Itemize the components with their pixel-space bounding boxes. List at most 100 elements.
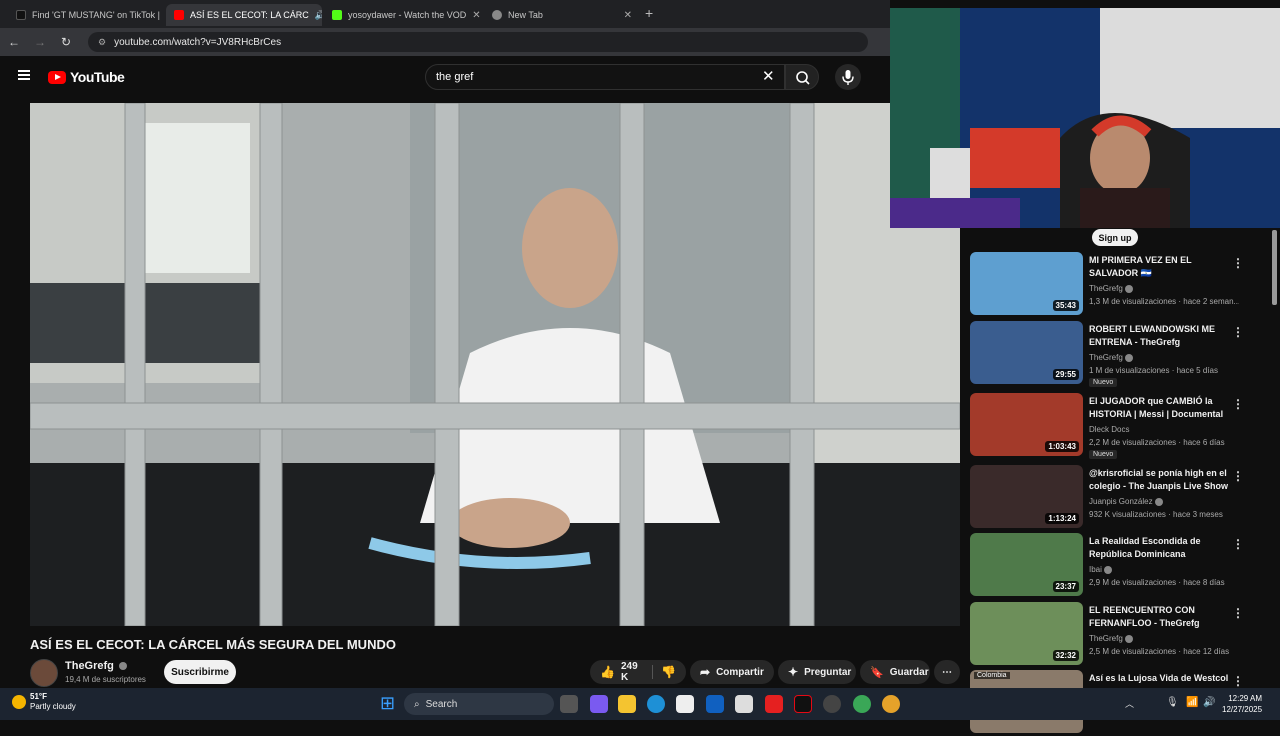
- more-actions-button[interactable]: ⋯: [934, 660, 960, 684]
- tab-label: New Tab: [508, 10, 543, 20]
- dislike-icon[interactable]: 👎: [652, 665, 676, 679]
- recommendation-channel[interactable]: TheGrefg: [1089, 353, 1133, 362]
- recommendation-channel[interactable]: TheGrefg: [1089, 634, 1133, 643]
- video-thumbnail[interactable]: 32:32: [970, 602, 1083, 665]
- clear-search-icon[interactable]: ✕: [762, 67, 775, 85]
- photos-icon[interactable]: [735, 695, 753, 713]
- more-options-icon[interactable]: ⋮: [1232, 256, 1244, 270]
- tab-label: Find 'GT MUSTANG' on TikTok |: [32, 10, 160, 20]
- verified-icon: [1125, 635, 1133, 643]
- new-tab-button[interactable]: +: [645, 5, 653, 21]
- more-options-icon[interactable]: ⋮: [1232, 674, 1244, 688]
- weather-widget[interactable]: 51°F Partly cloudy: [12, 692, 76, 712]
- youtube-app-icon[interactable]: [765, 695, 783, 713]
- ask-button[interactable]: ✦ Preguntar: [778, 660, 856, 684]
- video-thumbnail[interactable]: 35:43: [970, 252, 1083, 315]
- recommendation-meta: 2,9 M de visualizaciones · hace 8 días: [1089, 578, 1239, 587]
- kick-icon: [332, 10, 342, 20]
- channel-avatar[interactable]: [30, 659, 58, 687]
- recommendation-item[interactable]: 1:13:24@krisroficial se ponía high en el…: [970, 465, 1270, 531]
- chevron-up-icon[interactable]: ︿: [1125, 697, 1134, 710]
- recommendation-title[interactable]: ROBERT LEWANDOWSKI ME ENTRENA - TheGrefg: [1089, 323, 1229, 349]
- weather-icon: [12, 695, 26, 709]
- video-thumbnail[interactable]: 29:55: [970, 321, 1083, 384]
- recommendation-item[interactable]: 1:03:43El JUGADOR que CAMBIÓ la HISTORIA…: [970, 393, 1270, 459]
- taskbar-search[interactable]: ⌕ Search: [404, 693, 554, 715]
- url-field[interactable]: ⚙ youtube.com/watch?v=JV8RHcBrCes: [88, 32, 868, 52]
- like-count[interactable]: 249 K: [621, 661, 638, 683]
- recommendation-meta: 2,5 M de visualizaciones · hace 12 días: [1089, 647, 1239, 656]
- more-options-icon[interactable]: ⋮: [1232, 537, 1244, 551]
- edge-icon[interactable]: [647, 695, 665, 713]
- save-button[interactable]: 🔖 Guardar: [860, 660, 930, 684]
- recommendation-title[interactable]: La Realidad Escondida de República Domin…: [1089, 535, 1229, 561]
- chrome-icon[interactable]: [853, 695, 871, 713]
- microphone-icon[interactable]: 🎙: [1166, 697, 1179, 708]
- subscribe-button[interactable]: Suscribirme: [164, 660, 236, 684]
- tab-label: ASÍ ES EL CECOT: LA CÁRC: [190, 10, 309, 20]
- close-icon[interactable]: ✕: [472, 10, 480, 21]
- bookmark-icon: 🔖: [870, 666, 884, 679]
- netflix-icon[interactable]: [794, 695, 812, 713]
- video-thumbnail[interactable]: 1:13:24: [970, 465, 1083, 528]
- video-thumbnail[interactable]: 1:03:43: [970, 393, 1083, 456]
- back-icon[interactable]: ←: [2, 35, 26, 49]
- search-input[interactable]: the gref: [425, 64, 785, 90]
- tab-kick[interactable]: yosoydawer - Watch the VOD ✕: [324, 4, 482, 26]
- task-view-icon[interactable]: [560, 695, 578, 713]
- share-button[interactable]: ➦ Compartir: [690, 660, 774, 684]
- recommendation-channel[interactable]: Juanpis González: [1089, 497, 1163, 506]
- microphone-icon: [835, 64, 861, 90]
- recommendation-channel[interactable]: Ibai: [1089, 565, 1112, 574]
- recommendation-item[interactable]: 35:43MI PRIMERA VEZ EN EL SALVADOR 🇸🇻 The…: [970, 252, 1270, 318]
- forward-icon[interactable]: →: [28, 35, 52, 49]
- video-title: ASÍ ES EL CECOT: LA CÁRCEL MÁS SEGURA DE…: [30, 637, 396, 652]
- outlook-icon[interactable]: [706, 695, 724, 713]
- tab-youtube[interactable]: ASÍ ES EL CECOT: LA CÁRC 🔊 ✕: [166, 4, 322, 26]
- more-options-icon[interactable]: ⋮: [1232, 469, 1244, 483]
- recommendation-meta: 1 M de visualizaciones · hace 5 días: [1089, 366, 1239, 375]
- verified-icon: [1125, 285, 1133, 293]
- video-player[interactable]: [30, 103, 960, 626]
- recommendation-channel[interactable]: Dleck Docs: [1089, 425, 1129, 434]
- system-clock[interactable]: 12:29 AM 12/27/2025: [1222, 693, 1262, 715]
- tab-tiktok[interactable]: Find 'GT MUSTANG' on TikTok | ✕: [8, 4, 166, 26]
- video-thumbnail[interactable]: 23:37: [970, 533, 1083, 596]
- close-icon[interactable]: ✕: [624, 10, 632, 21]
- like-icon[interactable]: 👍: [600, 665, 615, 679]
- more-options-icon[interactable]: ⋮: [1232, 397, 1244, 411]
- search-button[interactable]: [785, 64, 819, 90]
- more-options-icon[interactable]: ⋮: [1232, 606, 1244, 620]
- channel-text: Ibai: [1089, 565, 1102, 574]
- recommendation-title[interactable]: @krisroficial se ponía high en el colegi…: [1089, 467, 1229, 493]
- recommendation-title[interactable]: El JUGADOR que CAMBIÓ la HISTORIA | Mess…: [1089, 395, 1229, 421]
- copilot-icon[interactable]: [590, 695, 608, 713]
- volume-icon[interactable]: 🔊: [1203, 697, 1215, 708]
- windows-start-icon[interactable]: ⊞: [380, 693, 395, 714]
- store-icon[interactable]: [676, 695, 694, 713]
- tab-new[interactable]: New Tab ✕: [484, 4, 640, 26]
- search-label: Search: [426, 699, 458, 710]
- youtube-logo[interactable]: YouTube: [48, 69, 124, 85]
- voice-search-button[interactable]: [835, 64, 861, 90]
- recommendation-channel[interactable]: TheGrefg: [1089, 284, 1133, 293]
- recommendation-title[interactable]: Así es la Lujosa Vida de Westcol: [1089, 672, 1229, 685]
- recommendation-item[interactable]: 29:55ROBERT LEWANDOWSKI ME ENTRENA - The…: [970, 321, 1270, 387]
- scrollbar[interactable]: [1272, 230, 1277, 305]
- file-explorer-icon[interactable]: [618, 695, 636, 713]
- chrome-profile-icon[interactable]: [882, 695, 900, 713]
- recommendation-title[interactable]: MI PRIMERA VEZ EN EL SALVADOR 🇸🇻: [1089, 254, 1229, 280]
- ask-label: Preguntar: [804, 667, 851, 678]
- more-options-icon[interactable]: ⋮: [1232, 325, 1244, 339]
- recommendation-title[interactable]: EL REENCUENTRO CON FERNANFLOO - TheGrefg: [1089, 604, 1229, 630]
- channel-name[interactable]: TheGrefg: [65, 660, 127, 672]
- site-info-icon[interactable]: ⚙: [98, 37, 106, 48]
- wifi-icon[interactable]: 📶: [1186, 697, 1198, 708]
- obs-icon[interactable]: [823, 695, 841, 713]
- signup-button[interactable]: Sign up: [1092, 229, 1138, 246]
- menu-icon[interactable]: [18, 70, 30, 80]
- speaker-icon[interactable]: 🔊: [315, 10, 322, 21]
- recommendation-item[interactable]: 23:37La Realidad Escondida de República …: [970, 533, 1270, 599]
- recommendation-item[interactable]: 32:32EL REENCUENTRO CON FERNANFLOO - The…: [970, 602, 1270, 668]
- reload-icon[interactable]: ↻: [54, 35, 78, 49]
